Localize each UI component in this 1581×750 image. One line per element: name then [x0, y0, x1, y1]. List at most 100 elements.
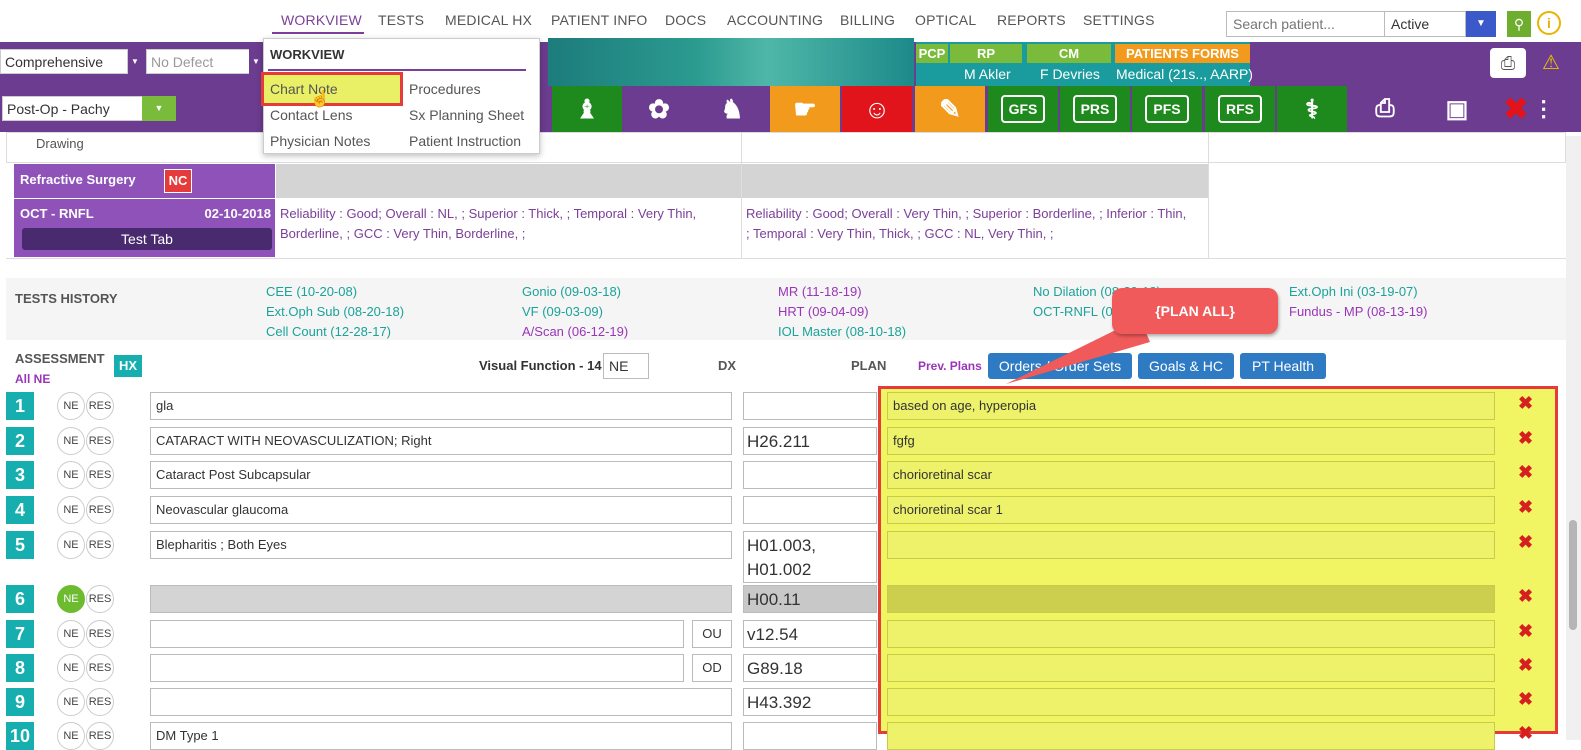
assessment-input[interactable]	[150, 620, 684, 648]
delete-row-icon[interactable]: ✖	[1518, 497, 1533, 518]
nav-accounting[interactable]: ACCOUNTING	[727, 12, 823, 28]
ne-toggle[interactable]: NE	[57, 585, 85, 613]
plan-input[interactable]: fgfg	[887, 427, 1495, 455]
chevron-down-icon[interactable]: ▼	[249, 49, 263, 74]
history-item[interactable]: MR (11-18-19)	[778, 284, 862, 299]
menu-item-physician-notes[interactable]: Physician Notes	[270, 133, 370, 149]
patients-forms-tag[interactable]: PATIENTS FORMS	[1115, 44, 1250, 63]
hx-button[interactable]: HX	[114, 355, 142, 377]
prs-button[interactable]: PRS	[1060, 86, 1130, 132]
history-item[interactable]: Fundus - MP (08-13-19)	[1289, 304, 1428, 319]
delete-row-icon[interactable]: ✖	[1518, 532, 1533, 553]
search-patient-input[interactable]	[1226, 11, 1386, 37]
res-toggle[interactable]: RES	[86, 392, 114, 420]
res-toggle[interactable]: RES	[86, 654, 114, 682]
menu-item-sx-planning[interactable]: Sx Planning Sheet	[409, 107, 524, 123]
printer-user-icon[interactable]: ⎙	[1350, 86, 1420, 132]
chevron-down-icon[interactable]: ▼	[142, 96, 176, 121]
brain-book-icon[interactable]: ☛	[770, 86, 840, 132]
history-item[interactable]: IOL Master (08-10-18)	[778, 324, 906, 339]
history-item[interactable]: HRT (09-04-09)	[778, 304, 869, 319]
ne-toggle[interactable]: NE	[57, 427, 85, 455]
nav-tests[interactable]: TESTS	[378, 12, 424, 28]
ne-toggle[interactable]: NE	[57, 496, 85, 524]
menu-item-chart-note[interactable]: Chart Note ☝	[261, 72, 403, 108]
ne-toggle[interactable]: NE	[57, 461, 85, 489]
test-tab-button[interactable]: Test Tab	[22, 228, 272, 250]
assessment-input[interactable]	[150, 688, 732, 716]
chevron-down-icon[interactable]: ▼	[128, 49, 142, 74]
res-toggle[interactable]: RES	[86, 688, 114, 716]
dx-code-input[interactable]: v12.54	[743, 620, 877, 648]
history-item[interactable]: A/Scan (06-12-19)	[522, 324, 628, 339]
nav-workview[interactable]: WORKVIEW	[281, 12, 362, 28]
chevron-down-icon[interactable]: ▼	[1466, 11, 1496, 37]
defect-select[interactable]: No Defect	[146, 49, 250, 74]
nav-optical[interactable]: OPTICAL	[915, 12, 976, 28]
info-icon[interactable]: i	[1537, 11, 1561, 35]
delete-row-icon[interactable]: ✖	[1518, 428, 1533, 449]
plan-input[interactable]	[887, 531, 1495, 559]
assessment-input[interactable]	[150, 585, 732, 613]
res-toggle[interactable]: RES	[86, 427, 114, 455]
ne-toggle[interactable]: NE	[57, 688, 85, 716]
eye-site-select[interactable]: OD	[692, 654, 732, 682]
prev-plans-link[interactable]: Prev. Plans	[918, 359, 982, 373]
nav-medical-hx[interactable]: MEDICAL HX	[445, 12, 532, 28]
assessment-input[interactable]: Blepharitis ; Both Eyes	[150, 531, 732, 559]
nav-docs[interactable]: DOCS	[665, 12, 706, 28]
history-item[interactable]: VF (09-03-09)	[522, 304, 603, 319]
cm-tag[interactable]: CM	[1027, 44, 1111, 63]
ne-toggle[interactable]: NE	[57, 392, 85, 420]
assessment-input[interactable]: DM Type 1	[150, 722, 732, 750]
history-item[interactable]: CEE (10-20-08)	[266, 284, 357, 299]
nav-reports[interactable]: REPORTS	[997, 12, 1066, 28]
history-item[interactable]: Cell Count (12-28-17)	[266, 324, 391, 339]
ne-toggle[interactable]: NE	[57, 531, 85, 559]
delete-row-icon[interactable]: ✖	[1518, 621, 1533, 642]
dx-code-input[interactable]: H43.392	[743, 688, 877, 716]
delete-row-icon[interactable]: ✖	[1518, 462, 1533, 483]
plan-input[interactable]: chorioretinal scar 1	[887, 496, 1495, 524]
menu-item-patient-instruction[interactable]: Patient Instruction	[409, 133, 521, 149]
gfs-button[interactable]: GFS	[988, 86, 1058, 132]
plan-input[interactable]: chorioretinal scar	[887, 461, 1495, 489]
res-toggle[interactable]: RES	[86, 461, 114, 489]
close-icon[interactable]: ✖ ⋮	[1494, 86, 1564, 132]
eye-site-select[interactable]: OU	[692, 620, 732, 648]
menu-item-contact-lens[interactable]: Contact Lens	[270, 107, 353, 123]
menu-item-procedures[interactable]: Procedures	[409, 81, 481, 97]
nc-badge[interactable]: NC	[164, 169, 192, 193]
res-toggle[interactable]: RES	[86, 585, 114, 613]
dx-code-input[interactable]	[743, 461, 877, 489]
plan-input[interactable]	[887, 654, 1495, 682]
history-item[interactable]: Gonio (09-03-18)	[522, 284, 621, 299]
ne-toggle[interactable]: NE	[57, 620, 85, 648]
res-toggle[interactable]: RES	[86, 531, 114, 559]
delete-row-icon[interactable]: ✖	[1518, 723, 1533, 744]
pcp-tag[interactable]: PCP	[916, 44, 948, 63]
dx-code-input[interactable]	[743, 722, 877, 750]
rfs-button[interactable]: RFS	[1205, 86, 1275, 132]
refractive-surgery-cell[interactable]: Refractive Surgery NC	[14, 164, 275, 198]
history-item[interactable]: Ext.Oph Sub (08-20-18)	[266, 304, 404, 319]
res-toggle[interactable]: RES	[86, 496, 114, 524]
res-toggle[interactable]: RES	[86, 620, 114, 648]
dx-code-input[interactable]: H01.003, H01.002	[743, 531, 877, 583]
res-toggle[interactable]: RES	[86, 722, 114, 750]
dx-code-input[interactable]	[743, 496, 877, 524]
plan-input[interactable]: based on age, hyperopia	[887, 392, 1495, 420]
history-item[interactable]: OCT-RNFL (0	[1033, 304, 1113, 319]
ne-toggle[interactable]: NE	[57, 654, 85, 682]
plan-input[interactable]	[887, 620, 1495, 648]
nav-billing[interactable]: BILLING	[840, 12, 895, 28]
scrollbar-thumb[interactable]	[1569, 520, 1577, 630]
assessment-input[interactable]: Cataract Post Subcapsular	[150, 461, 732, 489]
pt-health-button[interactable]: PT Health	[1240, 353, 1326, 379]
alert-icon[interactable]: ⚠	[1536, 48, 1566, 78]
plan-input[interactable]	[887, 688, 1495, 716]
scalpel-icon[interactable]: ✎	[915, 86, 985, 132]
dx-code-input[interactable]: H26.211	[743, 427, 877, 455]
print-icon[interactable]: ⎙	[1490, 48, 1526, 78]
search-icon[interactable]: ⚲	[1507, 11, 1531, 37]
